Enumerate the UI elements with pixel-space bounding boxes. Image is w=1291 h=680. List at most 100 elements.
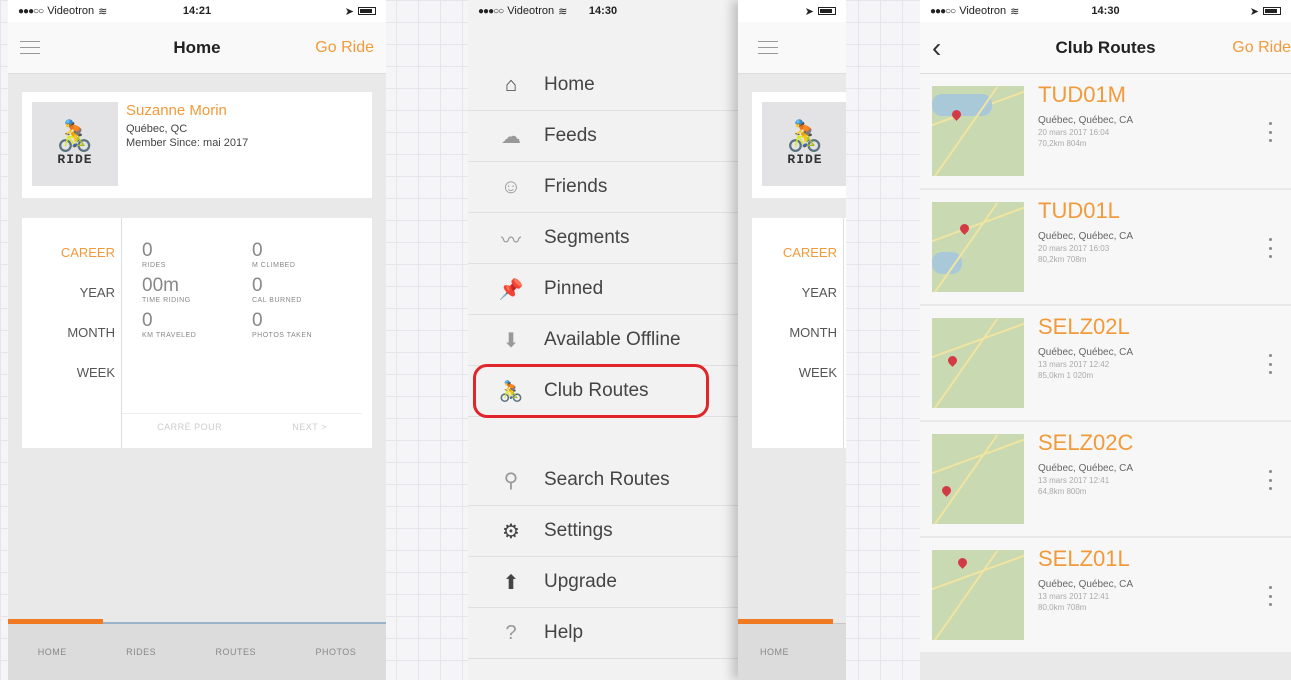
back-chevron-icon[interactable]: ‹ xyxy=(932,33,941,62)
menu-item-home[interactable]: ⌂ Home xyxy=(468,60,738,111)
route-date: 13 mars 2017 12:41 xyxy=(1038,592,1110,601)
tab-routes[interactable]: ROUTES xyxy=(216,647,257,657)
period-career[interactable]: CAREER xyxy=(22,244,115,284)
map-pin-icon xyxy=(940,484,953,497)
route-row[interactable]: SELZ02L Québec, Québec, CA 13 mars 2017 … xyxy=(920,306,1291,422)
route-stats: 85,0km 1 020m xyxy=(1038,371,1094,380)
route-row[interactable]: TUD01L Québec, Québec, CA 20 mars 2017 1… xyxy=(920,190,1291,306)
route-date: 13 mars 2017 12:42 xyxy=(1038,360,1110,369)
more-options-icon[interactable] xyxy=(1269,354,1273,374)
tab-home: HOME xyxy=(760,647,789,657)
route-date: 20 mars 2017 16:04 xyxy=(1038,128,1110,137)
more-options-icon[interactable] xyxy=(1269,238,1273,258)
menu-item-segments[interactable]: 〰 Segments xyxy=(468,213,738,264)
menu-item-feeds[interactable]: ☁ Feeds xyxy=(468,111,738,162)
route-code: TUD01L xyxy=(1038,198,1120,223)
location-icon: ➤ xyxy=(344,5,354,18)
battery-icon xyxy=(358,7,376,15)
carrier-name: Videotron xyxy=(959,5,1007,17)
menu-item-pinned[interactable]: 📌 Pinned xyxy=(468,264,738,315)
signal-icon: ●●●○○ xyxy=(478,5,504,17)
period-month[interactable]: MONTH xyxy=(22,324,115,364)
more-options-icon[interactable] xyxy=(1269,470,1273,490)
nav-bar: Home Go Ride xyxy=(8,22,386,74)
ride-logo-text: RIDE xyxy=(57,151,93,167)
profile-card[interactable]: 🚴 RIDE Suzanne Morin Québec, QC Member S… xyxy=(22,92,372,198)
cyclist-icon: 🚴 xyxy=(786,119,824,153)
route-stats: 80,0km 708m xyxy=(1038,603,1087,612)
go-ride-button[interactable]: Go Ride xyxy=(1232,39,1291,57)
route-location: Québec, Québec, CA xyxy=(1038,231,1134,242)
signal-icon: ●●●○○ xyxy=(18,5,44,17)
stat-climbed: 0M CLIMBED xyxy=(252,240,296,269)
period-selector: CAREER YEAR MONTH WEEK xyxy=(22,218,122,448)
stat-photos: 0 PHOTOS TAKEN xyxy=(252,310,313,339)
active-tab-indicator xyxy=(8,619,103,624)
stat-time: 00m TIME RIDING xyxy=(142,275,191,304)
menu-item-settings[interactable]: ⚙ Settings xyxy=(468,506,738,557)
club-routes-highlight xyxy=(473,364,709,418)
tab-home[interactable]: HOME xyxy=(38,647,67,657)
search-icon: ⚲ xyxy=(503,469,519,492)
more-options-icon[interactable] xyxy=(1269,586,1273,606)
stats-footer: CARRÉ POUR NEXT > xyxy=(122,413,362,432)
route-map-thumbnail xyxy=(932,550,1024,640)
routes-list: TUD01M Québec, Québec, CA 20 mars 2017 1… xyxy=(920,74,1291,680)
menu-item-help[interactable]: ? Help xyxy=(468,608,738,659)
wifi-icon: ≋ xyxy=(98,5,108,18)
member-since: Member Since: mai 2017 xyxy=(126,137,249,149)
stat-calories: 0 CAL BURNED xyxy=(252,275,302,304)
menu-item-available-offline[interactable]: ⬇ Available Offline xyxy=(468,315,738,366)
menu-item-friends[interactable]: ☺ Friends xyxy=(468,162,738,213)
period-year[interactable]: YEAR xyxy=(22,284,115,324)
side-menu: ●●●○○ Videotron ≋ 14:30 ⌂ Home ☁ Feeds ☺ Frie… xyxy=(468,0,738,680)
tab-photos[interactable]: PHOTOS xyxy=(315,647,356,657)
stats-card: CAREER YEAR MONTH WEEK 0 RIDES 0M CLIMBED… xyxy=(22,218,372,448)
menu-screen: ●●●○○ Videotron ≋ 14:30 ⌂ Home ☁ Feeds ☺ Frie… xyxy=(468,0,846,680)
route-stats: 70,2km 804m xyxy=(1038,139,1087,148)
go-ride-button[interactable]: Go Ride xyxy=(315,39,374,57)
route-stats: 64,8km 800m xyxy=(1038,487,1087,496)
hamburger-menu-icon[interactable] xyxy=(758,40,778,55)
location-icon: ➤ xyxy=(804,5,814,18)
route-stats: 80,2km 708m xyxy=(1038,255,1087,264)
location-icon: ➤ xyxy=(1249,5,1259,18)
home-screen: ●●●○○ Videotron ≋ 14:21 ➤ Home Go Ride 🚴 R… xyxy=(8,0,386,680)
carrier-name: Videotron xyxy=(507,5,555,17)
route-map-thumbnail xyxy=(932,318,1024,408)
home-screen-peek[interactable]: ➤ 🚴 RIDE CAREER YEAR MONTH WEEK HOME xyxy=(738,0,846,680)
profile-location: Québec, QC xyxy=(126,123,188,135)
stat-distance: 0 KM TRAVELED xyxy=(142,310,197,339)
map-pin-icon xyxy=(946,354,959,367)
battery-icon xyxy=(818,7,836,15)
route-code: TUD01M xyxy=(1038,82,1127,107)
gear-icon: ⚙ xyxy=(502,520,520,543)
route-code: SELZ02C xyxy=(1038,430,1134,455)
route-code: SELZ01L xyxy=(1038,546,1130,571)
nav-bar: ‹ Club Routes Go Ride xyxy=(920,22,1291,74)
map-pin-icon xyxy=(956,556,969,569)
stats-next-button[interactable]: NEXT > xyxy=(292,422,327,432)
cyclist-icon: 🚴 xyxy=(56,119,94,153)
stat-rides: 0 RIDES xyxy=(142,240,166,269)
tab-rides[interactable]: RIDES xyxy=(126,647,156,657)
route-row[interactable]: SELZ01L Québec, Québec, CA 13 mars 2017 … xyxy=(920,538,1291,654)
menu-item-upgrade[interactable]: ⬆ Upgrade xyxy=(468,557,738,608)
hamburger-menu-icon[interactable] xyxy=(20,40,40,55)
route-map-thumbnail xyxy=(932,434,1024,524)
route-row[interactable]: TUD01M Québec, Québec, CA 20 mars 2017 1… xyxy=(920,74,1291,190)
upgrade-icon: ⬆ xyxy=(502,571,520,594)
route-row[interactable]: SELZ02C Québec, Québec, CA 13 mars 2017 … xyxy=(920,422,1291,538)
more-options-icon[interactable] xyxy=(1269,122,1273,142)
profile-name: Suzanne Morin xyxy=(126,102,227,119)
wifi-icon: ≋ xyxy=(558,5,568,18)
route-date: 20 mars 2017 16:03 xyxy=(1038,244,1110,253)
segments-icon: 〰 xyxy=(501,229,521,252)
route-map-thumbnail xyxy=(932,86,1024,176)
period-week[interactable]: WEEK xyxy=(22,364,115,404)
menu-item-search-routes[interactable]: ⚲ Search Routes xyxy=(468,455,738,506)
ride-logo: 🚴 RIDE xyxy=(762,102,846,186)
status-bar: ●●●○○ Videotron ≋ 14:21 ➤ xyxy=(8,0,386,22)
tab-bar: HOME RIDES ROUTES PHOTOS xyxy=(8,619,386,680)
stats-footer-left[interactable]: CARRÉ POUR xyxy=(157,422,222,432)
